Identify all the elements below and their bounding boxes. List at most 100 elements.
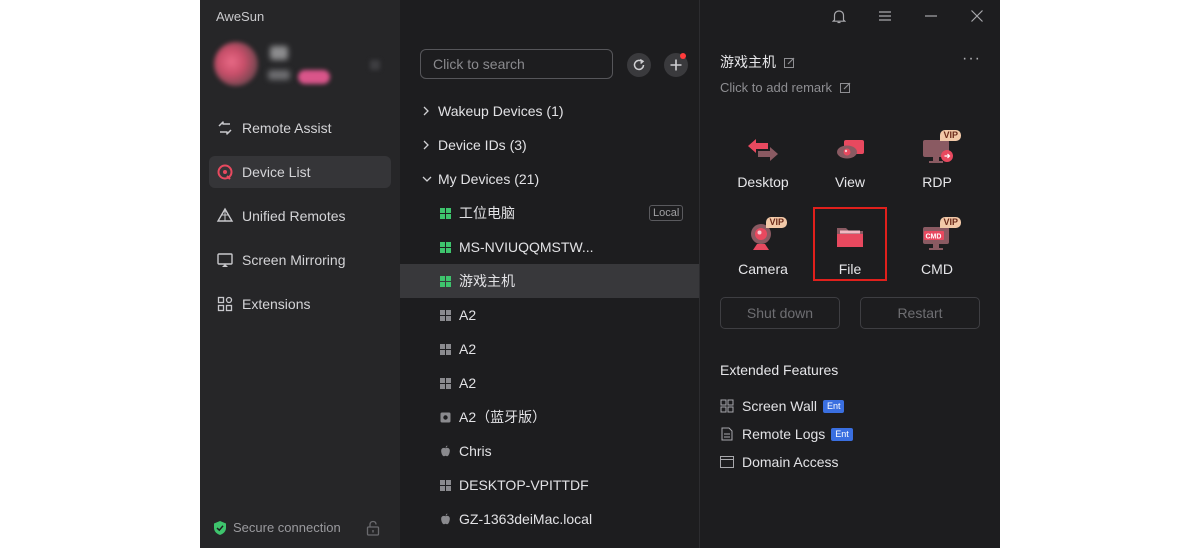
group-label: Wakeup Devices (1) <box>438 103 564 119</box>
device-row[interactable]: A2（蓝牙版） <box>400 400 699 434</box>
account-chevron-icon[interactable] <box>370 60 380 70</box>
sidebar-item-device-list[interactable]: Device List <box>209 156 391 188</box>
shield-check-icon <box>214 520 226 535</box>
feature-label: Desktop <box>737 174 789 190</box>
blurred-plan-badge <box>298 70 330 84</box>
shutdown-button[interactable]: Shut down <box>720 297 840 329</box>
more-options-button[interactable]: ··· <box>962 50 981 68</box>
menu-icon[interactable] <box>877 8 893 24</box>
app-window: AweSun Remote Assist Device List Unified… <box>200 0 1000 548</box>
rdp-monitor-icon: VIP <box>915 130 961 170</box>
refresh-icon <box>632 58 646 72</box>
domain-access-item[interactable]: Domain Access <box>720 452 838 472</box>
device-name: 游戏主机 <box>459 273 515 289</box>
hardware-device-icon <box>440 412 451 423</box>
device-row[interactable]: A2 <box>400 332 699 366</box>
screen-mirroring-icon <box>216 251 234 269</box>
cmd-feature-button[interactable]: CMD VIP CMD <box>899 215 975 291</box>
secure-connection-label: Secure connection <box>233 520 341 535</box>
sidebar-item-label: Unified Remotes <box>242 208 346 224</box>
sidebar-item-unified-remotes[interactable]: Unified Remotes <box>209 200 391 232</box>
screen-wall-icon <box>720 399 734 413</box>
camera-icon: VIP <box>741 217 787 257</box>
windows-online-icon <box>440 275 451 287</box>
avatar[interactable] <box>214 42 258 86</box>
bell-icon[interactable] <box>831 8 847 24</box>
apple-icon <box>440 513 451 525</box>
windows-offline-icon <box>440 309 451 321</box>
sidebar-item-screen-mirroring[interactable]: Screen Mirroring <box>209 244 391 276</box>
sidebar: AweSun Remote Assist Device List Unified… <box>200 0 400 548</box>
extended-features-title: Extended Features <box>720 362 839 378</box>
secure-connection-status: Secure connection <box>214 520 341 535</box>
camera-feature-button[interactable]: VIP Camera <box>725 215 801 291</box>
sidebar-item-label: Extensions <box>242 296 311 312</box>
sidebar-item-extensions[interactable]: Extensions <box>209 288 391 320</box>
search-input[interactable] <box>420 49 613 79</box>
view-feature-button[interactable]: View <box>812 128 888 204</box>
view-eye-icon <box>828 130 872 170</box>
device-list-icon <box>216 163 234 181</box>
close-icon[interactable] <box>969 8 985 24</box>
blurred-username <box>270 46 288 60</box>
document-icon <box>720 427 734 441</box>
remote-logs-item[interactable]: Remote Logs Ent <box>720 424 853 444</box>
desktop-feature-button[interactable]: Desktop <box>725 128 801 204</box>
device-row[interactable]: A2 <box>400 366 699 400</box>
device-name: GZ-1363deiMac.local <box>459 511 593 527</box>
desktop-control-icon <box>741 130 785 170</box>
local-tag: Local <box>649 205 684 221</box>
device-row[interactable]: Chris <box>400 434 699 468</box>
plus-icon <box>669 58 683 72</box>
remark-label: Click to add remark <box>720 80 832 95</box>
windows-offline-icon <box>440 479 451 491</box>
sidebar-item-label: Screen Mirroring <box>242 252 346 268</box>
refresh-button[interactable] <box>627 53 651 77</box>
domain-window-icon <box>720 455 734 469</box>
device-row[interactable]: MS-NVIUQQMSTW... <box>400 230 699 264</box>
sidebar-item-remote-assist[interactable]: Remote Assist <box>209 112 391 144</box>
extensions-icon <box>216 295 234 313</box>
screen-wall-item[interactable]: Screen Wall Ent <box>720 396 845 416</box>
edit-name-icon[interactable] <box>784 57 795 68</box>
file-highlight-box <box>813 207 887 281</box>
app-title: AweSun <box>216 9 265 24</box>
feature-label: CMD <box>921 261 953 277</box>
device-name: DESKTOP-VPITTDF <box>459 477 589 493</box>
restart-button[interactable]: Restart <box>860 297 980 329</box>
device-row[interactable]: A2 <box>400 298 699 332</box>
remark-row[interactable]: Click to add remark <box>720 80 851 95</box>
device-row[interactable]: GZ-1363deiMac.local <box>400 502 699 536</box>
device-name: A2 <box>459 307 477 323</box>
feature-label: View <box>834 174 866 190</box>
chevron-right-icon <box>422 140 432 150</box>
device-name: A2 <box>459 341 477 357</box>
windows-offline-icon <box>440 377 451 389</box>
device-name: A2 <box>459 375 477 391</box>
device-name: A2（蓝牙版） <box>459 409 547 425</box>
group-label: My Devices (21) <box>438 171 540 187</box>
device-row[interactable]: 工位电脑 Local <box>400 196 699 230</box>
group-wakeup-devices[interactable]: Wakeup Devices (1) <box>422 99 564 123</box>
device-row-selected[interactable]: 游戏主机 <box>400 264 699 298</box>
device-name: MS-NVIUQQMSTW... <box>459 239 594 255</box>
ext-item-label: Remote Logs <box>742 426 826 442</box>
lock-icon[interactable] <box>366 520 380 541</box>
rdp-feature-button[interactable]: VIP RDP <box>899 128 975 204</box>
sidebar-item-label: Device List <box>242 164 311 180</box>
edit-remark-icon[interactable] <box>839 82 851 93</box>
minimize-icon[interactable] <box>923 8 939 24</box>
group-device-ids[interactable]: Device IDs (3) <box>422 133 527 157</box>
ent-badge: Ent <box>822 399 845 413</box>
windows-offline-icon <box>440 343 451 355</box>
feature-label: RDP <box>922 174 952 190</box>
device-list-panel: Wakeup Devices (1) Device IDs (3) My Dev… <box>400 0 699 548</box>
ext-item-label: Domain Access <box>742 454 839 470</box>
feature-label: Camera <box>738 261 788 277</box>
device-name: Chris <box>459 443 492 459</box>
vip-badge: VIP <box>766 217 787 228</box>
group-my-devices[interactable]: My Devices (21) <box>422 167 539 191</box>
ext-item-label: Screen Wall <box>742 398 817 414</box>
vip-badge: VIP <box>940 217 961 228</box>
device-row[interactable]: DESKTOP-VPITTDF <box>400 468 699 502</box>
